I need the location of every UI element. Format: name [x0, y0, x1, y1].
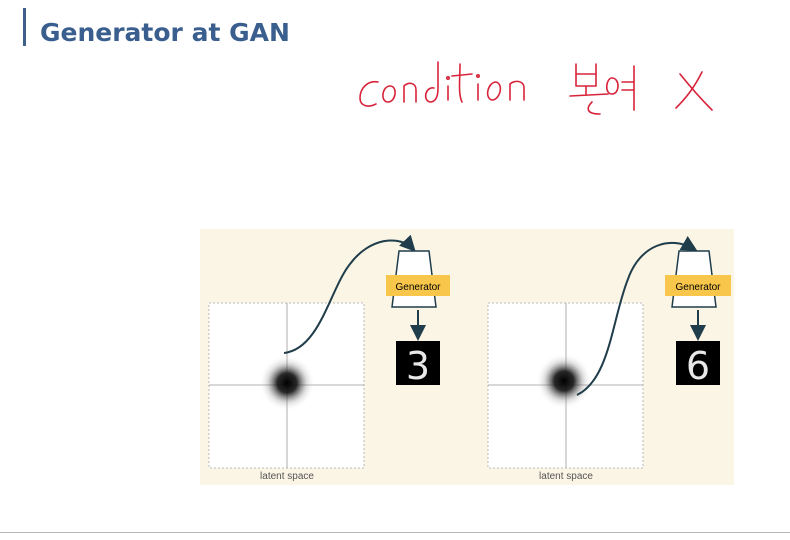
slide-title: Generator at GAN: [40, 18, 290, 47]
gan-generator-figure: Generator 3 latent space Generator 6 lat…: [200, 229, 734, 485]
generator-label-right: Generator: [675, 282, 721, 293]
panel-left: Generator 3 latent space: [208, 234, 450, 482]
handwritten-annotation: [359, 61, 713, 115]
latent-space-label-left: latent space: [260, 471, 314, 482]
title-accent-bar: [23, 8, 26, 46]
output-digit-right: 6: [686, 344, 710, 388]
latent-distribution-left: [259, 355, 315, 411]
generator-label-left: Generator: [395, 282, 441, 293]
latent-distribution-right: [536, 353, 592, 409]
panel-right: Generator 6 latent space: [487, 236, 731, 482]
footer-divider: [0, 532, 790, 533]
output-digit-left: 3: [406, 344, 430, 388]
latent-space-label-right: latent space: [539, 471, 593, 482]
